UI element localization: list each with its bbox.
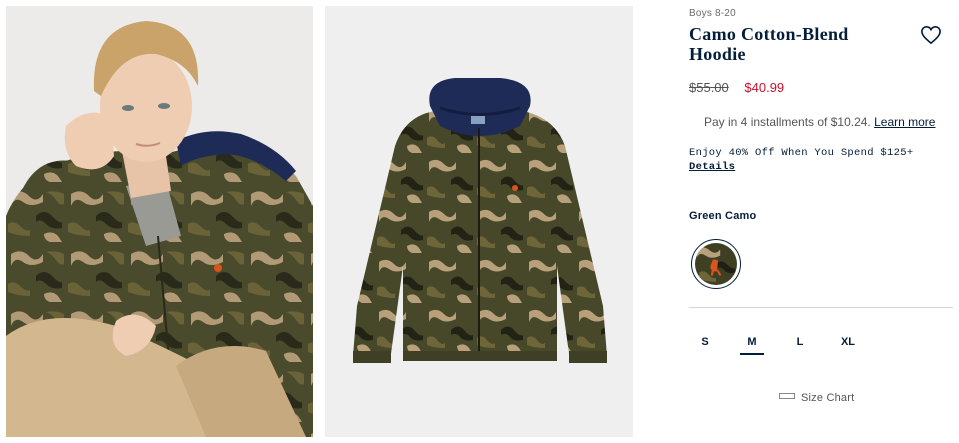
size-option-m[interactable]: M	[740, 336, 764, 355]
promo-text: Enjoy 40% Off When You Spend $125+	[689, 147, 914, 159]
size-option-l[interactable]: L	[788, 336, 812, 353]
promo-details-link[interactable]: Details	[689, 160, 913, 174]
product-title: Camo Cotton-Blend Hoodie	[689, 24, 849, 64]
sale-price: $40.99	[744, 80, 785, 95]
size-option-s[interactable]: S	[693, 336, 717, 353]
learn-more-link[interactable]: Learn more	[874, 115, 935, 129]
installment-message: Pay in 4 installments of $10.24. Learn m…	[704, 115, 935, 129]
heart-icon	[921, 25, 941, 45]
original-price: $55.00	[689, 80, 729, 95]
product-flat-image[interactable]	[325, 6, 633, 437]
price-block: $55.00 $40.99	[689, 80, 784, 95]
wishlist-button[interactable]	[920, 25, 942, 45]
ruler-icon	[779, 393, 795, 400]
installment-text: Pay in 4 installments of $10.24.	[704, 115, 871, 129]
size-chart-label: Size Chart	[801, 392, 855, 404]
product-info-panel: Boys 8-20 Camo Cotton-Blend Hoodie $55.0…	[689, 0, 955, 443]
hoodie-photo-illustration	[325, 6, 633, 437]
product-model-image[interactable]	[6, 6, 313, 437]
product-category: Boys 8-20	[689, 8, 736, 19]
promo-message: Enjoy 40% Off When You Spend $125+ Detai…	[689, 146, 913, 174]
model-photo-illustration	[6, 6, 313, 437]
color-name: Green Camo	[689, 210, 757, 222]
color-swatch-green-camo[interactable]	[691, 239, 741, 289]
camo-swatch-icon	[695, 243, 737, 285]
size-chart-link[interactable]: Size Chart	[779, 392, 854, 404]
size-option-xl[interactable]: XL	[836, 336, 860, 353]
section-divider	[689, 307, 953, 308]
